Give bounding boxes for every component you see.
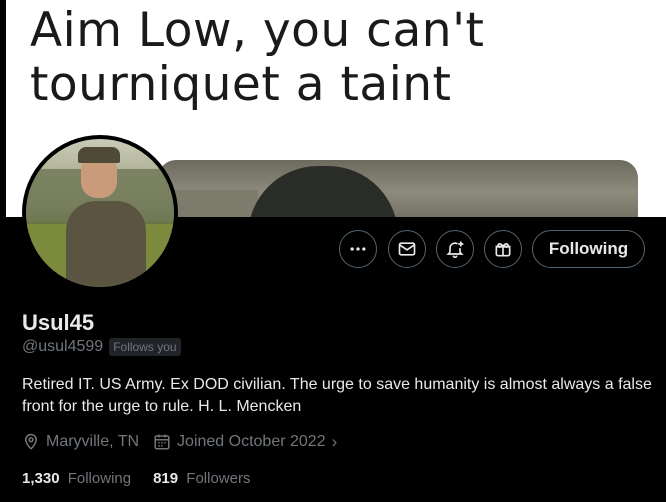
banner-text-line1: Aim Low, you can't	[30, 3, 485, 58]
joined-text: Joined October 2022	[177, 433, 326, 450]
following-button[interactable]: Following	[532, 230, 645, 268]
following-number: 1,330	[22, 470, 60, 487]
location-text: Maryville, TN	[46, 433, 140, 450]
username: @usul4599	[22, 338, 104, 355]
banner-text: Aim Low, you can't tourniquet a taint	[30, 4, 484, 112]
location-item: Maryville, TN	[22, 433, 139, 451]
profile-actions: Following	[0, 230, 666, 270]
banner-text-line2: tourniquet a taint	[30, 57, 452, 112]
subscribe-button[interactable]	[484, 230, 522, 268]
following-label: Following	[67, 470, 132, 487]
chevron-right-icon: ›	[331, 432, 338, 451]
notify-button[interactable]	[436, 230, 474, 268]
bio: Retired IT. US Army. Ex DOD civilian. Th…	[22, 376, 652, 415]
followers-count[interactable]: 819 Followers	[153, 470, 250, 487]
followers-number: 819	[153, 470, 179, 487]
follow-counts: 1,330 Following 819 Followers	[22, 470, 272, 487]
following-count[interactable]: 1,330 Following	[22, 470, 131, 487]
profile-meta: Maryville, TN Joined October 2022 ›	[22, 432, 351, 452]
message-button[interactable]	[388, 230, 426, 268]
handle-row: @usul4599 Follows you	[22, 338, 181, 356]
followers-label: Followers	[186, 470, 251, 487]
calendar-icon	[154, 434, 170, 450]
more-button[interactable]	[339, 230, 377, 268]
bell-plus-icon	[446, 241, 464, 259]
location-pin-icon	[24, 433, 38, 450]
joined-item[interactable]: Joined October 2022 ›	[153, 432, 337, 452]
envelope-icon	[398, 242, 416, 256]
banner-photo	[158, 160, 638, 217]
display-name: Usul45	[22, 310, 95, 335]
follows-you-badge: Follows you	[109, 338, 181, 356]
gift-icon	[495, 243, 511, 257]
ellipsis-icon	[350, 247, 366, 251]
